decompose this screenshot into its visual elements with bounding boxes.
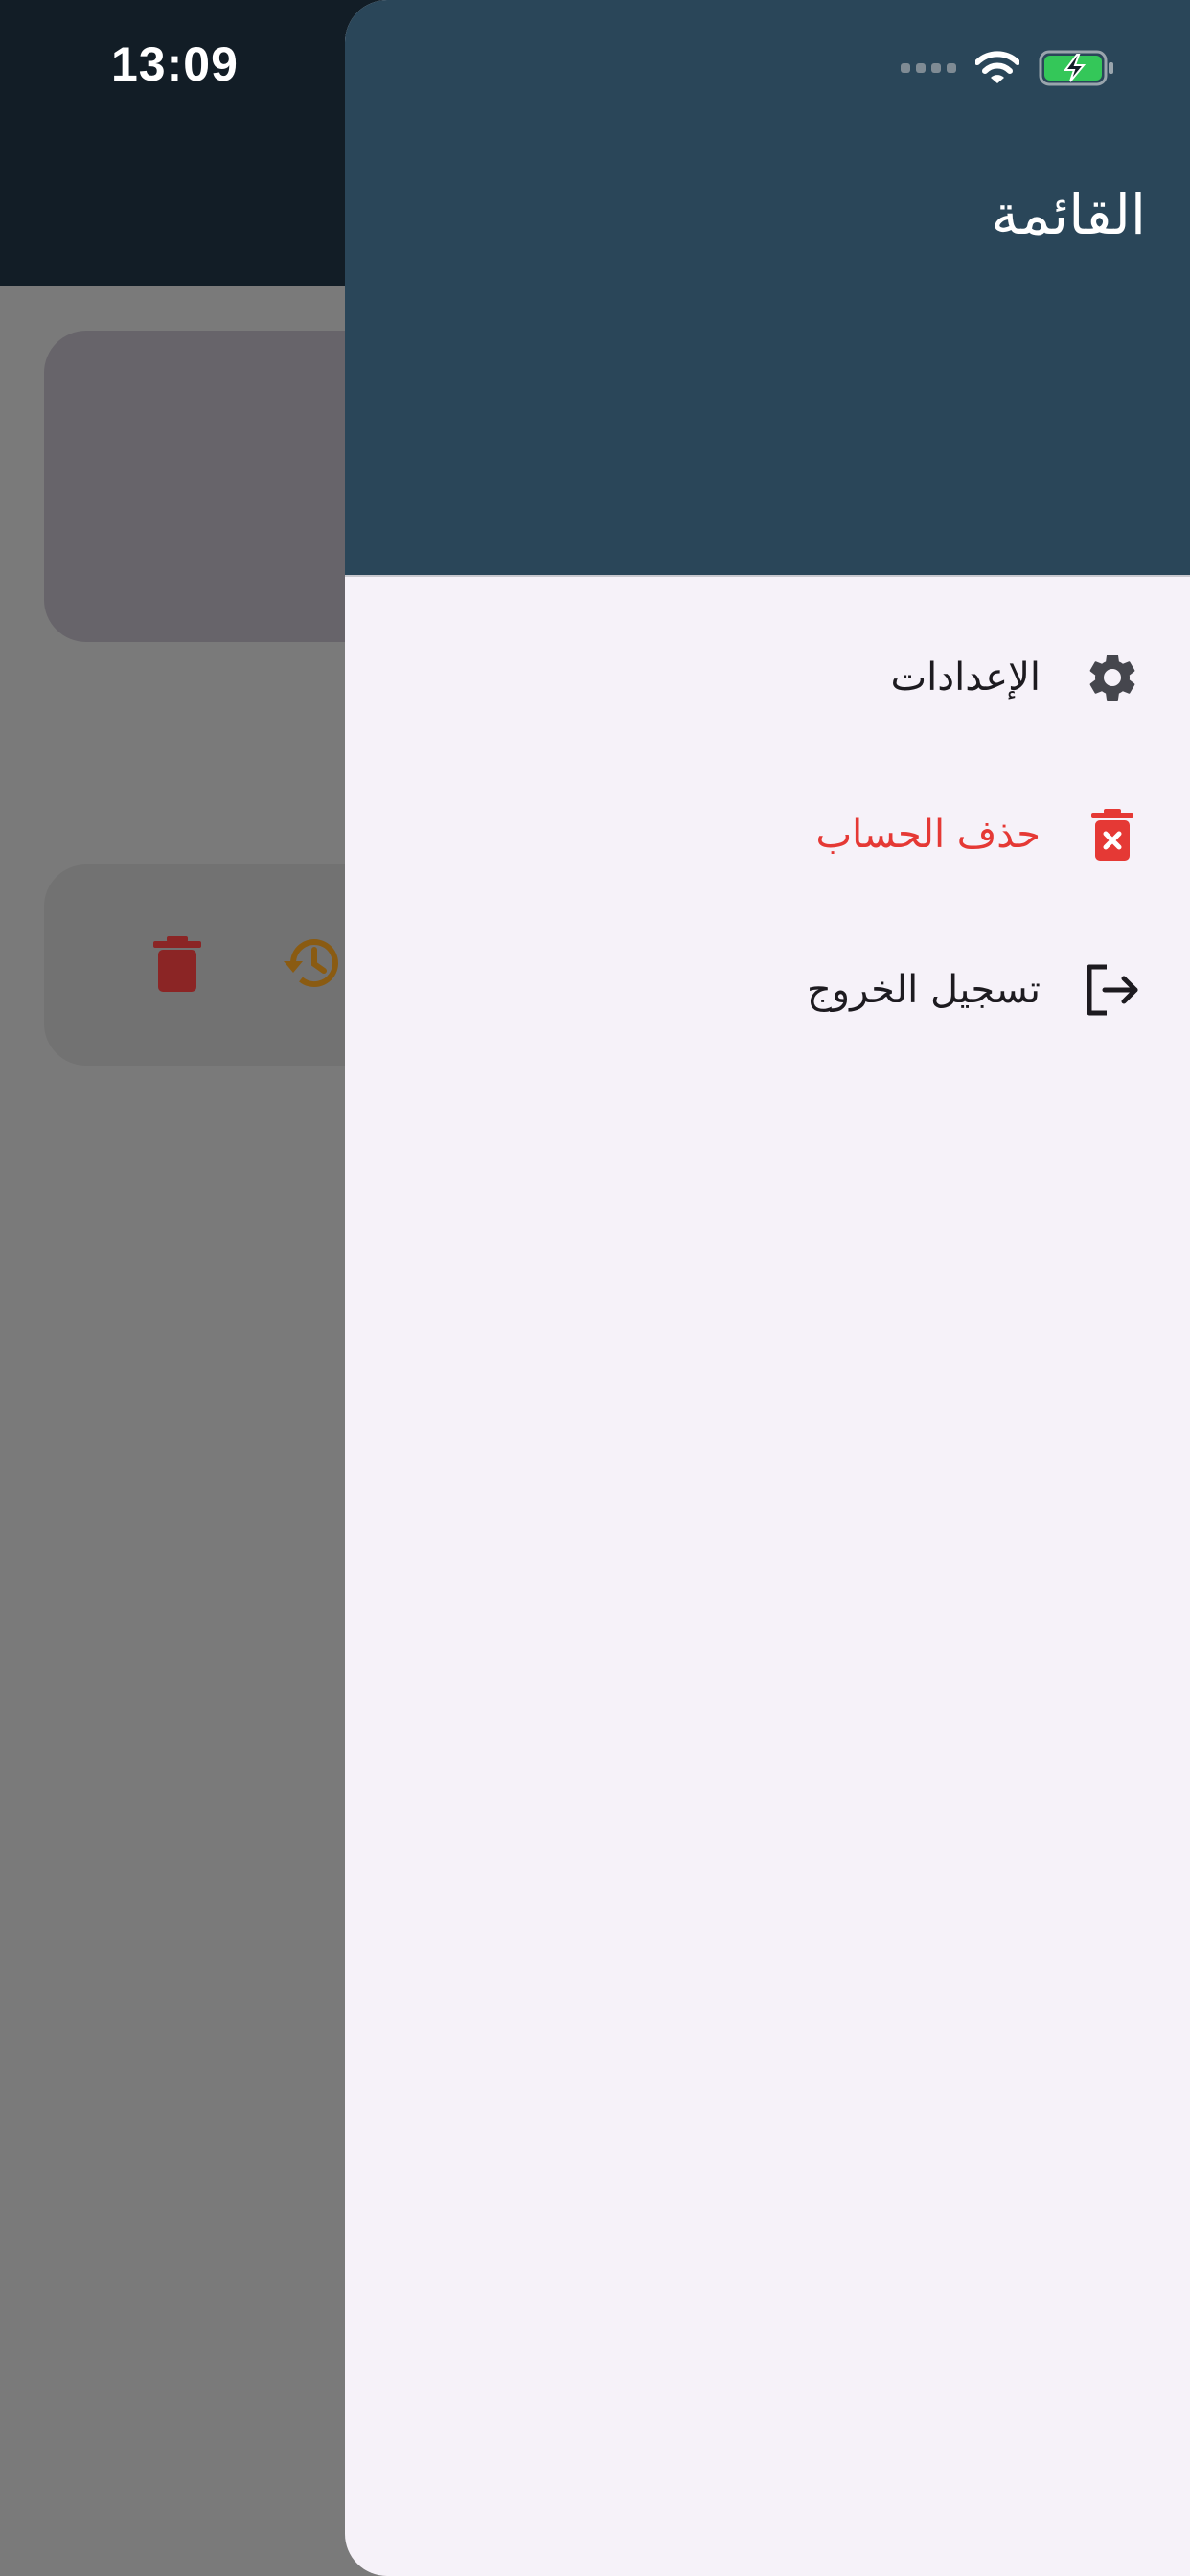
- cellular-signal-icon: [901, 63, 956, 73]
- wifi-icon: [975, 51, 1019, 83]
- drawer-header: القائمة: [345, 0, 1190, 577]
- drawer-item-delete-account[interactable]: حذف الحساب: [397, 792, 1144, 878]
- drawer-item-label: الإعدادات: [890, 656, 1041, 700]
- history-restore-icon: [284, 939, 338, 988]
- drawer-item-logout[interactable]: تسجيل الخروج: [397, 947, 1144, 1033]
- status-time: 13:09: [111, 37, 239, 91]
- logout-icon: [1081, 958, 1144, 1022]
- battery-charging-icon: [1039, 50, 1113, 86]
- drawer-item-settings[interactable]: الإعدادات: [397, 634, 1144, 721]
- drawer-item-label: حذف الحساب: [815, 813, 1041, 857]
- status-icons: [901, 46, 1115, 90]
- trash-x-icon: [1081, 803, 1144, 866]
- delete-trash-icon: [153, 936, 201, 992]
- drawer-item-label: تسجيل الخروج: [806, 968, 1041, 1012]
- drawer-title: القائمة: [991, 182, 1146, 247]
- navigation-drawer: القائمة الإعدادات حذف الحساب تسجيل الخرو…: [345, 0, 1190, 2576]
- gear-icon: [1081, 646, 1144, 709]
